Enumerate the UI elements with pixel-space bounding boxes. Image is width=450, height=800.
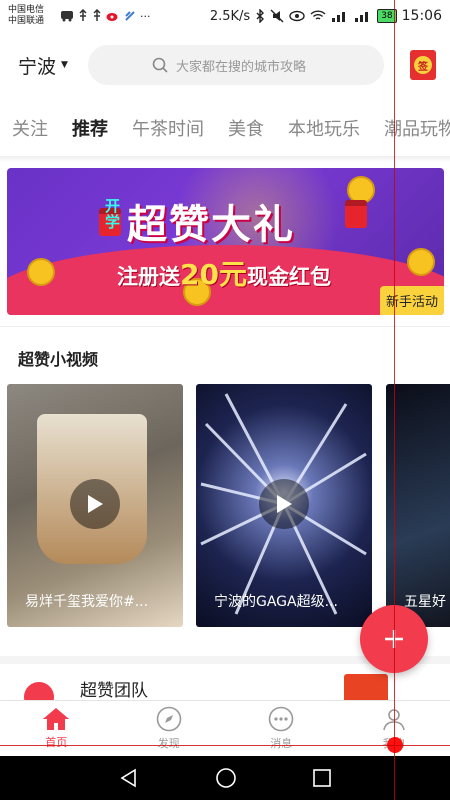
play-icon[interactable] xyxy=(259,479,309,529)
city-selector[interactable]: 宁波 ▼ xyxy=(18,52,88,79)
banner-subtitle-post: 现金红包 xyxy=(246,265,331,289)
video-card[interactable]: 五星好 xyxy=(386,384,450,627)
system-nav-bar xyxy=(0,756,450,800)
banner-subtitle: 注册送20元现金红包 xyxy=(117,253,331,293)
tabs-divider xyxy=(0,156,450,162)
carrier-labels: 中国电信 中国联通 xyxy=(8,5,54,27)
top-bar: 宁波 ▼ 大家都在搜的城市攻略 签 xyxy=(0,32,450,98)
promo-banner[interactable]: 开学 超赞大礼 注册送20元现金红包 新手活动 xyxy=(7,168,444,315)
home-icon xyxy=(43,708,70,730)
home-circle-icon[interactable] xyxy=(215,767,237,789)
nav-home-label: 首页 xyxy=(45,736,68,749)
nav-discover-label: 发现 xyxy=(157,737,180,750)
status-bar: 中国电信 中国联通 ··· 2.5K/s 38 15:06 xyxy=(0,0,450,32)
checkin-icon: 签 xyxy=(414,56,432,74)
search-placeholder: 大家都在搜的城市攻略 xyxy=(176,59,307,75)
banner-badge: 新手活动 xyxy=(379,286,444,315)
video-caption: 易烊千玺我爱你#... xyxy=(25,594,149,610)
signal-4g-icon xyxy=(332,12,346,22)
team-name: 超赞团队 xyxy=(80,681,148,700)
more-notifications-icon: ··· xyxy=(140,9,151,23)
nav-messages[interactable]: 消息 xyxy=(225,701,338,756)
tab-afternoon-tea[interactable]: 午茶时间 xyxy=(132,115,204,141)
video-caption: 五星好 xyxy=(404,594,446,610)
nav-messages-label: 消息 xyxy=(270,737,293,750)
banner-title: 超赞大礼 xyxy=(127,202,295,248)
message-icon xyxy=(268,706,294,732)
back-icon[interactable] xyxy=(118,767,140,789)
weibo-icon xyxy=(106,13,118,21)
checkin-button[interactable]: 签 xyxy=(410,50,436,80)
video-card[interactable]: 宁波的GAGA超级... xyxy=(196,384,372,627)
status-right: 2.5K/s 38 15:06 xyxy=(210,8,442,24)
tab-food[interactable]: 美食 xyxy=(228,115,264,141)
search-bar[interactable]: 大家都在搜的城市攻略 xyxy=(88,45,384,85)
team-avatar xyxy=(18,676,60,700)
compass-icon xyxy=(156,706,182,732)
recents-icon[interactable] xyxy=(312,768,332,788)
tab-local-fun[interactable]: 本地玩乐 xyxy=(288,115,360,141)
city-label: 宁波 xyxy=(18,55,57,78)
usb-icon xyxy=(93,9,101,21)
eye-icon xyxy=(289,10,305,22)
coin-icon xyxy=(407,248,435,276)
carrier-2: 中国联通 xyxy=(8,16,45,26)
clock: 15:06 xyxy=(401,8,442,24)
nav-discover[interactable]: 发现 xyxy=(113,701,226,756)
bluetooth-icon xyxy=(256,9,265,23)
video-caption: 宁波的GAGA超级... xyxy=(214,594,338,610)
caret-down-icon: ▼ xyxy=(61,60,68,70)
nav-home[interactable]: 首页 xyxy=(0,701,113,756)
guide-line-vertical xyxy=(394,0,395,800)
mute-icon xyxy=(270,9,284,23)
video-card[interactable]: 易烊千玺我爱你#... xyxy=(7,384,183,627)
wifi-icon xyxy=(310,10,326,20)
coin-icon xyxy=(27,258,55,286)
network-speed: 2.5K/s xyxy=(209,8,251,24)
banner-subtitle-pre: 注册送 xyxy=(117,265,180,289)
signal-2g-icon xyxy=(355,12,369,22)
search-icon xyxy=(152,57,168,73)
bus-icon xyxy=(61,11,73,22)
play-icon[interactable] xyxy=(70,479,120,529)
red-envelope-icon xyxy=(345,200,367,228)
notification-icons: ··· xyxy=(60,9,151,23)
tab-follow[interactable]: 关注 xyxy=(12,115,48,141)
category-tabs: 关注 推荐 午茶时间 美食 本地玩乐 潮品玩物 xyxy=(0,98,450,158)
carrier-1: 中国电信 xyxy=(8,5,45,15)
tab-recommend[interactable]: 推荐 xyxy=(72,115,108,141)
guide-line-horizontal xyxy=(0,745,450,746)
bottom-nav: 首页 发现 消息 我的 xyxy=(0,700,450,756)
app-icon xyxy=(125,11,135,21)
usb-icon xyxy=(79,9,87,21)
video-carousel[interactable]: 易烊千玺我爱你#... 宁波的GAGA超级... 五星好 xyxy=(7,384,450,627)
section-title: 超赞小视频 xyxy=(18,350,99,369)
section-divider xyxy=(0,326,450,327)
banner-amount: 20元 xyxy=(180,258,247,291)
red-packet-icon[interactable] xyxy=(344,674,388,700)
